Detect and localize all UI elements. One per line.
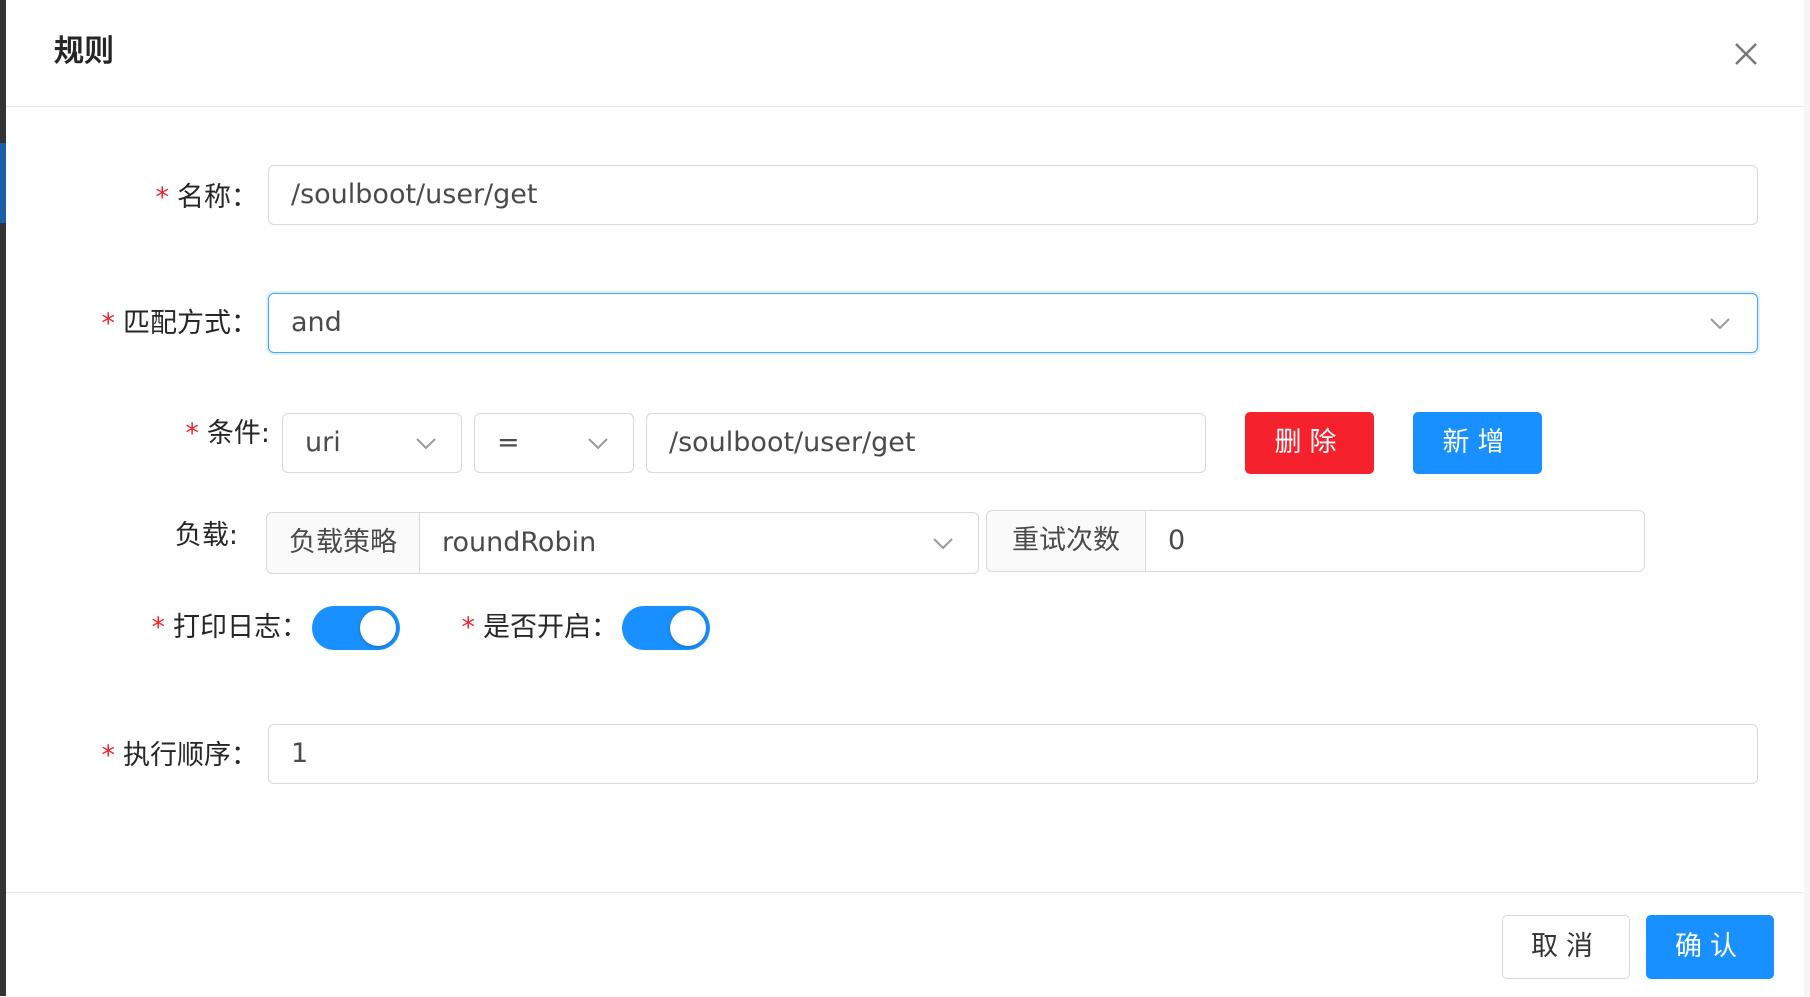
chevron-down-icon: [933, 538, 953, 550]
sort-label: * 执行顺序：: [101, 740, 259, 771]
enabled-label: * 是否开启：: [461, 612, 619, 643]
condition-param-select[interactable]: uri: [282, 413, 462, 473]
load-label: 负载:: [174, 520, 238, 551]
cancel-button[interactable]: 取消: [1502, 915, 1630, 979]
chevron-down-icon: [1710, 318, 1730, 330]
modal-footer: 取消 确认: [6, 892, 1804, 997]
add-condition-button[interactable]: 新增: [1413, 412, 1542, 474]
load-strategy-select[interactable]: roundRobin: [419, 512, 979, 574]
background-page-right-edge: [1804, 0, 1810, 996]
enabled-switch[interactable]: [622, 606, 710, 650]
match-mode-select[interactable]: and: [268, 293, 1758, 353]
condition-label: * 条件:: [185, 418, 270, 449]
condition-operator-select[interactable]: =: [474, 413, 634, 473]
chevron-down-icon: [416, 438, 436, 450]
match-mode-label: * 匹配方式：: [101, 308, 259, 339]
load-strategy-value: roundRobin: [442, 527, 597, 558]
sort-input[interactable]: 1: [268, 724, 1758, 784]
load-strategy-addon: 负载策略: [266, 512, 420, 574]
condition-param-value: uri: [305, 427, 341, 458]
close-icon[interactable]: [1726, 34, 1766, 74]
condition-operator-value: =: [497, 427, 520, 458]
switch-knob: [670, 610, 706, 646]
modal-title: 规则: [54, 34, 114, 69]
modal-header: 规则: [6, 0, 1804, 107]
required-mark: *: [461, 612, 476, 643]
match-mode-value: and: [291, 307, 342, 338]
condition-value-text: /soulboot/user/get: [669, 427, 916, 458]
rule-modal: 规则 * 名称： /soulboot/user/get * 匹配方式： and * 条…: [6, 0, 1804, 996]
name-input[interactable]: /soulboot/user/get: [268, 165, 1758, 225]
condition-value-input[interactable]: /soulboot/user/get: [646, 413, 1206, 473]
confirm-button[interactable]: 确认: [1646, 915, 1774, 979]
chevron-down-icon: [588, 438, 608, 450]
sort-input-value: 1: [291, 738, 309, 769]
log-switch[interactable]: [312, 606, 400, 650]
log-label: * 打印日志：: [151, 612, 309, 643]
name-label: * 名称：: [155, 182, 259, 213]
required-mark: *: [185, 418, 199, 449]
required-mark: *: [155, 182, 170, 213]
retry-count-value: 0: [1168, 525, 1186, 556]
retry-count-input[interactable]: 0: [1145, 510, 1645, 572]
name-input-value: /soulboot/user/get: [291, 179, 538, 210]
delete-condition-button[interactable]: 删除: [1245, 412, 1374, 474]
retry-count-addon: 重试次数: [986, 510, 1146, 572]
required-mark: *: [101, 740, 116, 771]
required-mark: *: [151, 612, 166, 643]
required-mark: *: [101, 308, 116, 339]
switch-knob: [360, 610, 396, 646]
